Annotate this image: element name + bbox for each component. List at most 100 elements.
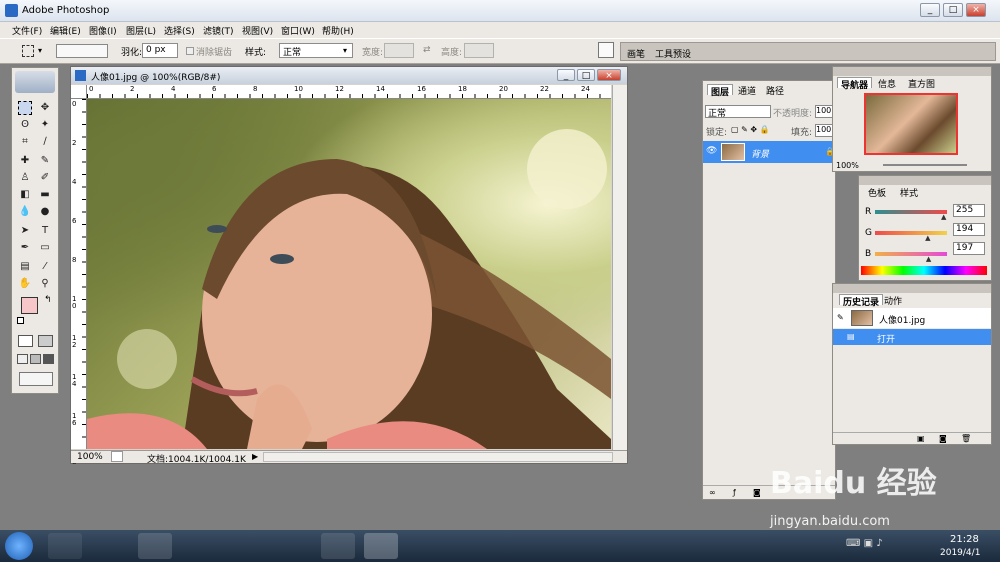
new-document-icon[interactable]: ▣	[917, 434, 925, 443]
portrait-photo[interactable]	[87, 99, 611, 449]
b-slider-thumb[interactable]: ▲	[926, 255, 931, 263]
taskbar-iqiyi-icon[interactable]	[229, 533, 263, 559]
clone-stamp-tool-icon[interactable]: ♙	[18, 171, 32, 185]
magic-wand-tool-icon[interactable]: ✦	[38, 118, 52, 132]
menu-view[interactable]: 视图(V)	[242, 24, 273, 37]
height-input[interactable]	[464, 43, 494, 58]
gradient-tool-icon[interactable]: ▬	[38, 188, 52, 202]
ruler-origin[interactable]	[71, 85, 87, 99]
eraser-tool-icon[interactable]: ◧	[18, 188, 32, 202]
history-brush-source-icon[interactable]: ✎	[837, 313, 844, 322]
default-colors-icon[interactable]	[17, 317, 24, 324]
status-arrow-icon[interactable]: ▶	[252, 452, 258, 461]
dodge-tool-icon[interactable]: ●	[38, 205, 52, 219]
eyedropper-tool-icon[interactable]: ⁄	[38, 260, 52, 274]
move-tool-icon[interactable]: ✥	[38, 101, 52, 115]
clock-date[interactable]: 2019/4/1	[940, 548, 980, 558]
tab-channels[interactable]: 通道	[735, 84, 759, 97]
hand-tool-icon[interactable]: ✋	[18, 277, 32, 291]
antialias-checkbox[interactable]	[186, 47, 194, 55]
add-mask-icon[interactable]: ◙	[753, 488, 761, 497]
path-selection-tool-icon[interactable]: ➤	[18, 224, 32, 238]
navigator-zoom-slider[interactable]	[883, 164, 967, 166]
g-value[interactable]: 194	[953, 223, 985, 236]
tray-icons[interactable]: ⌨ ▣ ♪	[846, 538, 883, 549]
tab-paths[interactable]: 路径	[763, 84, 787, 97]
tab-layers[interactable]: 图层	[707, 84, 734, 98]
taskbar-recorder-icon[interactable]	[275, 533, 309, 559]
tab-info[interactable]: 信息	[875, 77, 899, 90]
screen-mode-standard-icon[interactable]	[17, 354, 28, 364]
r-slider-track[interactable]: ▲	[875, 210, 947, 221]
menu-file[interactable]: 文件(F)	[12, 24, 42, 37]
r-slider-thumb[interactable]: ▲	[941, 213, 946, 221]
style-select[interactable]: 正常	[279, 43, 353, 58]
eye-visibility-icon[interactable]: 👁	[706, 146, 717, 156]
lasso-tool-icon[interactable]: ʘ	[18, 118, 32, 132]
history-snapshot[interactable]: ✎ 人像01.jpg	[833, 308, 991, 328]
feather-input[interactable]: 0 px	[142, 43, 178, 58]
taskbar-photoshop-icon[interactable]	[364, 533, 398, 559]
taskbar-qq-icon[interactable]	[95, 533, 129, 559]
quick-mask-mode-icon[interactable]	[38, 335, 53, 347]
layer-row-background[interactable]: 👁 背景 🔒	[703, 141, 835, 163]
color-spectrum[interactable]	[861, 266, 987, 275]
menu-filter[interactable]: 滤镜(T)	[203, 24, 234, 37]
minimize-button[interactable]: _	[920, 3, 940, 17]
taskbar-360-icon[interactable]	[48, 533, 82, 559]
palette-tab-tool-presets[interactable]: 工具预设	[655, 47, 691, 60]
menu-window[interactable]: 窗口(W)	[281, 24, 315, 37]
menu-select[interactable]: 选择(S)	[164, 24, 195, 37]
width-input[interactable]	[384, 43, 414, 58]
lock-icons[interactable]: ▢ ✎ ✥ 🔒	[731, 125, 770, 134]
history-brush-tool-icon[interactable]: ✐	[38, 171, 52, 185]
doc-minimize-button[interactable]: _	[557, 69, 575, 81]
layer-name[interactable]: 背景	[751, 147, 769, 160]
g-slider-track[interactable]: ▲	[875, 231, 947, 242]
g-slider-thumb[interactable]: ▲	[925, 234, 930, 242]
doc-maximize-button[interactable]: □	[577, 69, 595, 81]
b-value[interactable]: 197	[953, 242, 985, 255]
start-button[interactable]	[5, 532, 33, 560]
navigator-preview[interactable]	[864, 93, 958, 155]
tab-actions[interactable]: 动作	[881, 294, 905, 307]
zoom-tool-icon[interactable]: ⚲	[38, 277, 52, 291]
menu-edit[interactable]: 编辑(E)	[50, 24, 81, 37]
menu-help[interactable]: 帮助(H)	[322, 24, 354, 37]
crop-tool-icon[interactable]: ⌗	[18, 135, 32, 149]
chevron-down-icon[interactable]: ▾	[38, 46, 42, 55]
rect-marquee-tool-icon[interactable]	[18, 101, 32, 115]
slice-tool-icon[interactable]: ∕	[38, 135, 52, 149]
trash-icon[interactable]: 🗑	[961, 434, 971, 443]
swap-colors-icon[interactable]: ↰	[44, 295, 52, 305]
doc-close-button[interactable]: ×	[597, 69, 621, 81]
taskbar-firefox-icon[interactable]	[185, 533, 219, 559]
blur-tool-icon[interactable]: 💧	[18, 205, 32, 219]
shape-tool-icon[interactable]: ▭	[38, 241, 52, 255]
swap-icon[interactable]: ⇄	[423, 45, 431, 55]
marquee-tool-icon[interactable]	[22, 45, 34, 57]
history-step-row[interactable]: ▤ 打开	[833, 329, 991, 345]
notes-tool-icon[interactable]: ▤	[18, 260, 32, 274]
new-snapshot-icon[interactable]: ◙	[939, 434, 947, 443]
feather-logo-icon[interactable]	[15, 71, 55, 93]
palette-tab-brushes[interactable]: 画笔	[627, 47, 645, 60]
status-menu-icon[interactable]	[111, 451, 123, 462]
standard-mode-icon[interactable]	[18, 335, 33, 347]
screen-mode-full-menu-icon[interactable]	[30, 354, 41, 364]
taskbar-window-icon[interactable]	[321, 533, 355, 559]
maximize-button[interactable]: □	[943, 3, 963, 17]
selection-mode-buttons[interactable]	[56, 44, 108, 58]
layer-style-icon[interactable]: ƒ	[733, 488, 736, 497]
link-layers-icon[interactable]: ∞	[709, 488, 716, 497]
tab-navigator[interactable]: 导航器	[837, 77, 873, 91]
screen-mode-full-icon[interactable]	[43, 354, 54, 364]
vertical-scrollbar[interactable]	[612, 85, 627, 450]
healing-brush-tool-icon[interactable]: ✚	[18, 154, 32, 168]
close-button[interactable]: ×	[966, 3, 986, 17]
b-slider-track[interactable]: ▲	[875, 252, 947, 263]
r-value[interactable]: 255	[953, 204, 985, 217]
menu-image[interactable]: 图像(I)	[89, 24, 117, 37]
tab-histogram[interactable]: 直方图	[905, 77, 938, 90]
jump-to-imageready-icon[interactable]	[19, 372, 53, 386]
